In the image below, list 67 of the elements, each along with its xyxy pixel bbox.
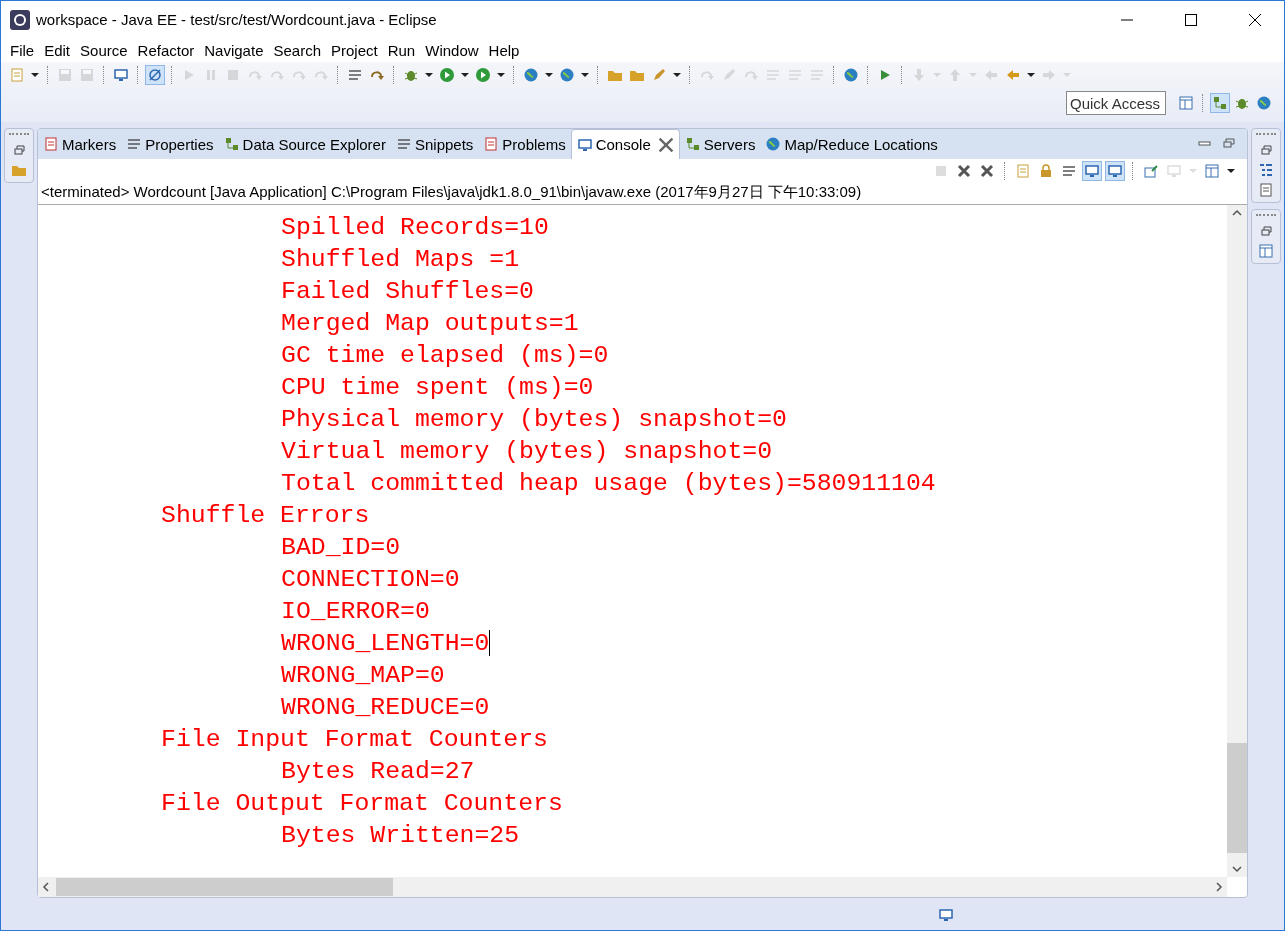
console-line: Shuffle Errors — [161, 500, 370, 531]
console-line: Total committed heap usage (bytes)=580911104 — [281, 468, 936, 499]
menu-item[interactable]: Source — [75, 41, 133, 59]
menu-item[interactable]: Edit — [39, 41, 76, 59]
menu-item[interactable]: Help — [483, 41, 525, 59]
view-tab[interactable]: Console — [570, 129, 680, 159]
console-line: IO_ERROR=0 — [281, 597, 430, 625]
lines-icon — [126, 136, 143, 152]
console-line: Bytes Read=27 — [281, 757, 475, 785]
scrollbar-thumb[interactable] — [56, 878, 393, 896]
view-tab[interactable]: Properties — [121, 129, 219, 159]
grid-icon[interactable] — [1210, 93, 1230, 113]
menu-item[interactable]: Search — [268, 41, 326, 59]
console-line: Spilled Records=10 — [281, 212, 549, 243]
console-line: File Output Format Counters — [161, 788, 563, 819]
view-tab[interactable]: Snippets — [390, 129, 479, 159]
console-line: File Input Format Counters — [161, 724, 548, 755]
console-line: WRONG_LENGTH=0 — [281, 629, 490, 657]
monitor-icon[interactable] — [1082, 161, 1102, 181]
monitor-icon[interactable] — [938, 907, 954, 923]
console-line: Bytes Written=25 — [281, 821, 520, 849]
grid-icon — [684, 136, 701, 152]
run-icon[interactable] — [437, 65, 457, 85]
menu-item[interactable]: Project — [326, 41, 383, 59]
maximize-icon[interactable] — [1185, 13, 1197, 26]
console-line: CONNECTION=0 — [281, 565, 460, 593]
monitor-icon[interactable] — [1105, 161, 1125, 181]
restore-icon[interactable] — [11, 142, 27, 158]
close-icon[interactable] — [1249, 13, 1261, 26]
console-line: WRONG_REDUCE=0 — [281, 693, 490, 721]
lines-icon — [395, 136, 412, 152]
console-line: Failed Shuffles=0 — [281, 276, 534, 307]
menu-item[interactable]: Navigate — [199, 41, 269, 59]
menu-item[interactable]: Run — [382, 41, 421, 59]
menu-item[interactable]: Refactor — [132, 41, 200, 59]
console-line: WRONG_MAP=0 — [281, 661, 445, 689]
view-tab[interactable]: Map/Reduce Locations — [760, 129, 943, 159]
outline-icon[interactable] — [1258, 162, 1274, 178]
console-line: GC time elapsed (ms)=0 — [281, 340, 609, 371]
monitor-icon — [576, 136, 593, 153]
restore-icon[interactable] — [1258, 142, 1274, 158]
window-icon[interactable] — [1176, 93, 1196, 113]
menu-item[interactable]: File — [5, 41, 40, 59]
console-header: <terminated> Wordcount [Java Application] C:\Program Files\java\jdk1.8.0_91\bin\javaw.exe (2017年9月27日 下午10:33:09) — [38, 183, 1247, 205]
console-line: Virtual memory (bytes) snapshot=0 — [281, 436, 773, 467]
quick-access-field[interactable]: Quick Access — [1066, 91, 1166, 115]
view-tab[interactable]: Markers — [38, 129, 122, 159]
app-icon — [10, 9, 30, 30]
view-tab[interactable]: Data Source Explorer — [218, 129, 391, 159]
document-icon — [43, 136, 59, 152]
scrollbar-thumb[interactable] — [1227, 743, 1247, 853]
document-icon[interactable] — [1258, 182, 1274, 198]
window-title: workspace - Java EE - test/src/test/Wordcount.java - Eclipse — [36, 11, 438, 28]
window-icon[interactable] — [1258, 243, 1274, 259]
console-line: Shuffled Maps =1 — [281, 244, 520, 275]
restore-icon[interactable] — [1258, 223, 1274, 239]
menu-item[interactable]: Window — [420, 41, 484, 59]
view-tab[interactable]: Servers — [679, 129, 761, 159]
view-tab[interactable]: Problems — [478, 129, 571, 159]
console-line: CPU time spent (ms)=0 — [281, 372, 594, 403]
console-line: BAD_ID=0 — [281, 533, 401, 561]
globe-icon — [765, 136, 782, 152]
run-icon[interactable] — [473, 65, 493, 85]
document-icon — [483, 136, 500, 152]
console-line: Physical memory (bytes) snapshot=0 — [281, 404, 787, 435]
console-line: Merged Map outputs=1 — [281, 308, 579, 339]
grid-icon — [223, 136, 240, 152]
